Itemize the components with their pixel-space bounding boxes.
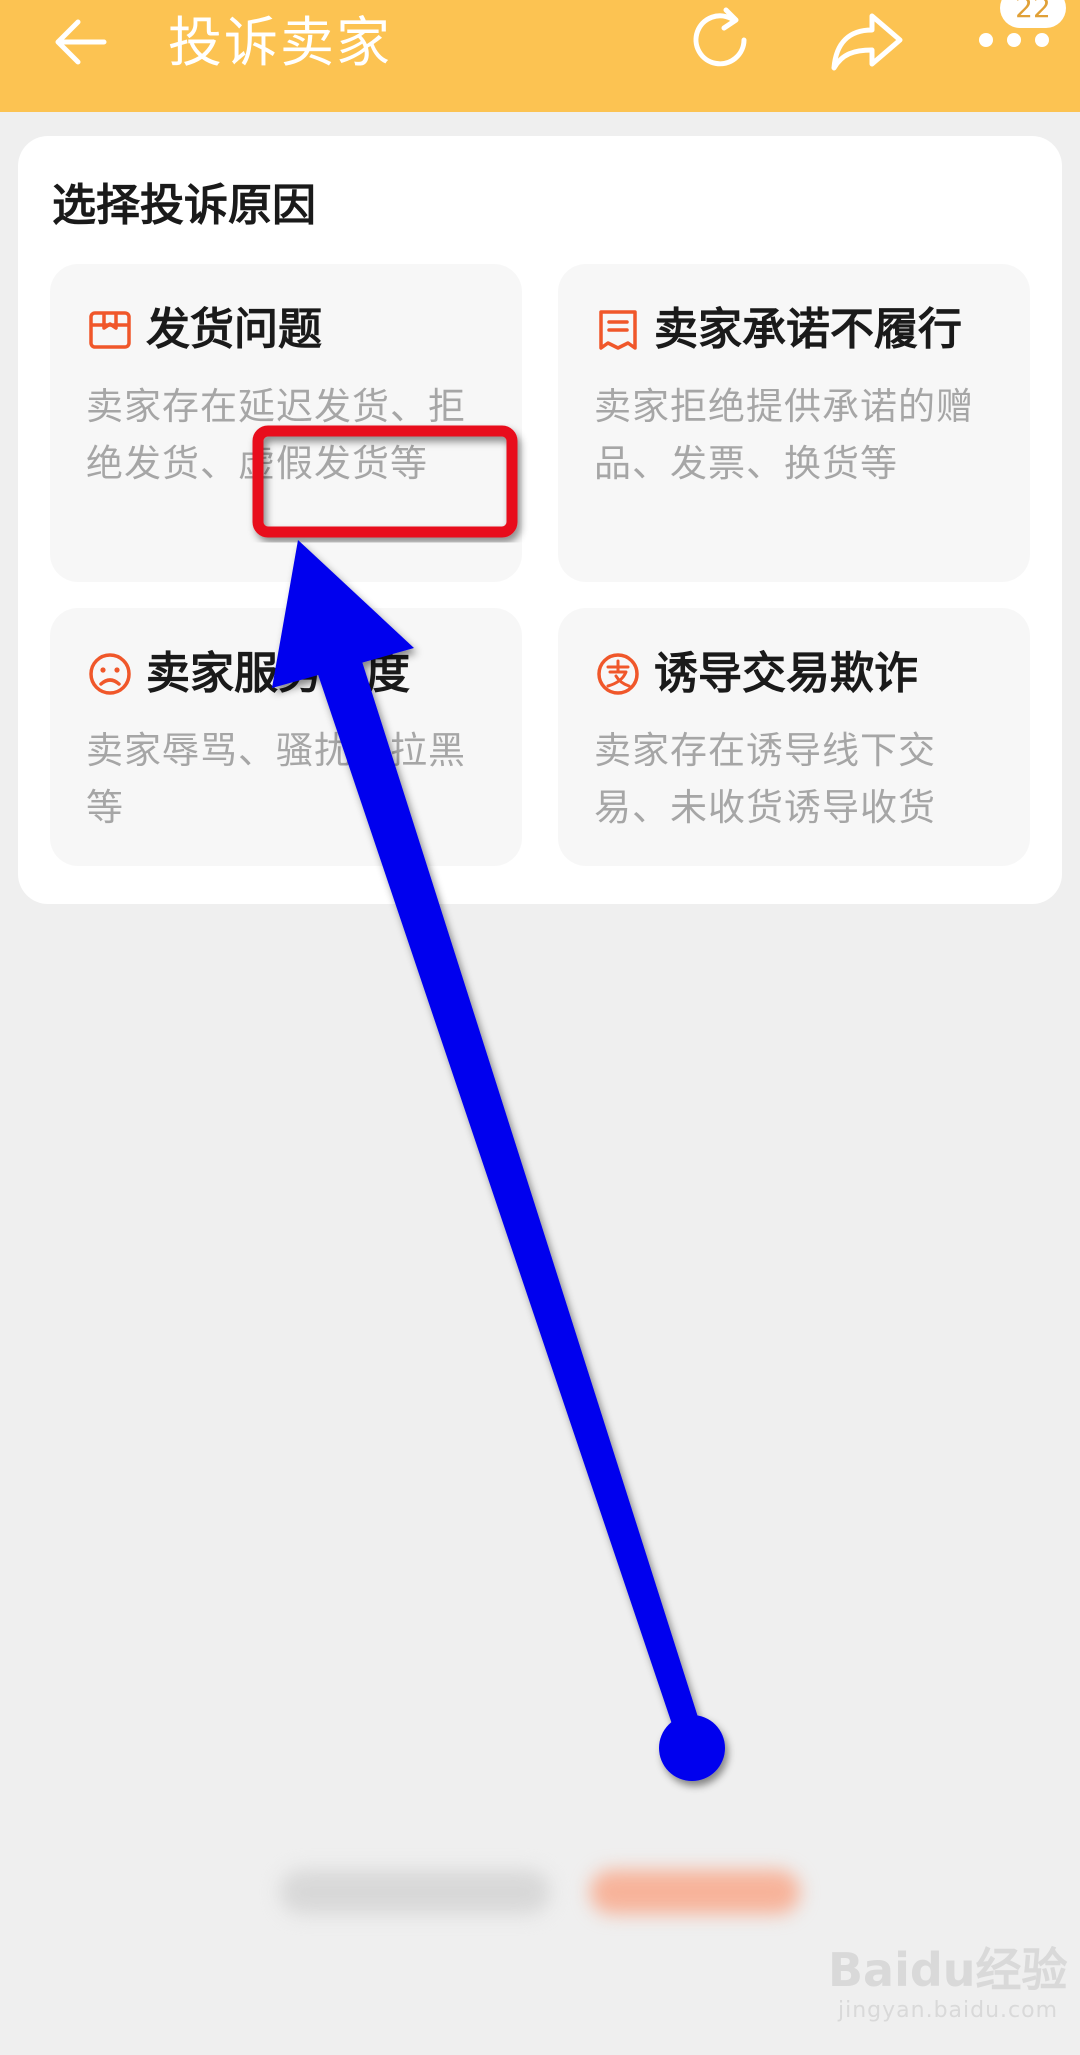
annotation-arrow [272, 540, 725, 1781]
annotation-overlay [252, 425, 725, 1781]
highlight-box [252, 425, 518, 538]
